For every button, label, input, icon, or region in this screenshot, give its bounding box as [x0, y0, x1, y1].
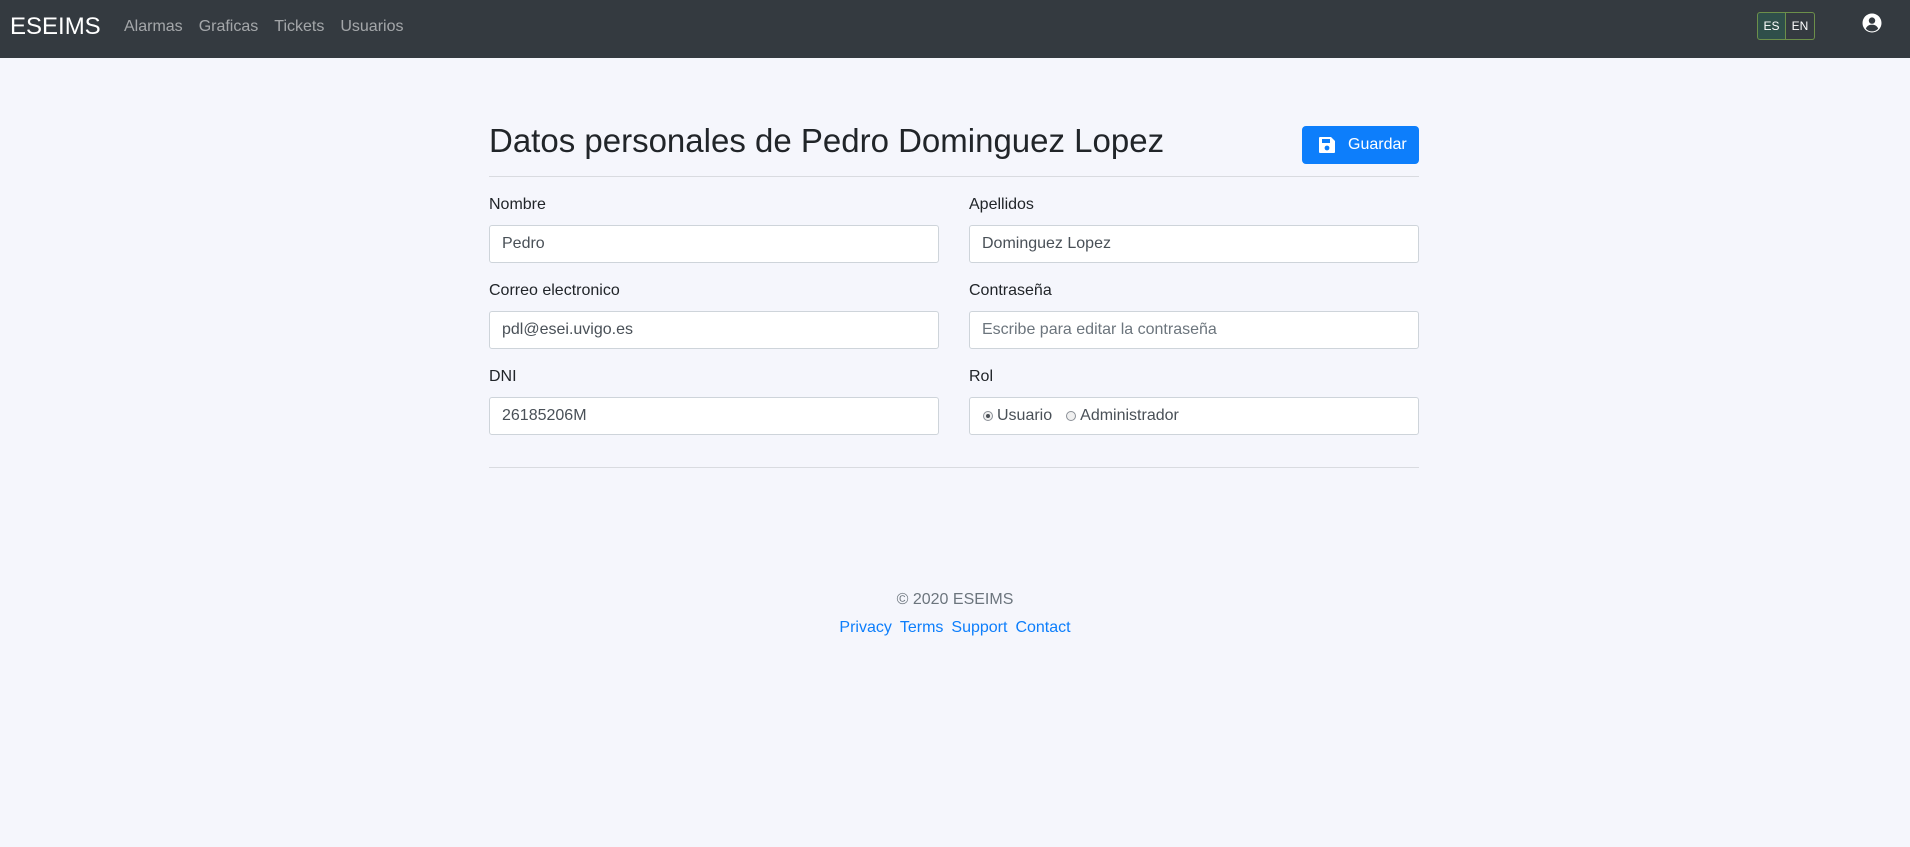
dni-input[interactable] — [489, 397, 939, 435]
language-es-button[interactable]: ES — [1757, 12, 1786, 40]
rol-option-administrador-label: Administrador — [1080, 407, 1179, 424]
nav-link-graficas[interactable]: Graficas — [191, 17, 267, 37]
footer-links: Privacy Terms Support Contact — [0, 618, 1910, 638]
footer-link-support[interactable]: Support — [951, 618, 1007, 638]
user-circle-icon[interactable] — [1862, 13, 1882, 33]
rol-option-usuario[interactable]: Usuario — [983, 407, 1052, 425]
nav-link-tickets[interactable]: Tickets — [266, 17, 332, 37]
save-button[interactable]: Guardar — [1302, 126, 1419, 164]
rol-radio-group: Usuario Administrador — [969, 397, 1419, 435]
page-title: Datos personales de Pedro Dominguez Lope… — [489, 122, 1165, 159]
radio-checked-icon[interactable] — [983, 411, 993, 421]
nav-links: Alarmas Graficas Tickets Usuarios — [116, 17, 411, 37]
footer-copyright: © 2020 ESEIMS — [896, 591, 1014, 608]
footer-link-terms[interactable]: Terms — [900, 618, 944, 638]
save-button-label: Guardar — [1348, 136, 1407, 153]
header-divider — [489, 176, 1419, 177]
top-navbar: ESEIMS Alarmas Graficas Tickets Usuarios… — [0, 0, 1910, 58]
password-input[interactable] — [969, 311, 1419, 349]
footer-link-contact[interactable]: Contact — [1015, 618, 1070, 638]
form-divider — [489, 467, 1419, 468]
language-switcher: ES EN — [1757, 12, 1815, 40]
contrasena-label: Contraseña — [969, 282, 1052, 299]
rol-option-administrador[interactable]: Administrador — [1066, 407, 1179, 425]
language-en-button[interactable]: EN — [1786, 12, 1815, 40]
footer-link-privacy[interactable]: Privacy — [839, 618, 891, 638]
nav-link-usuarios[interactable]: Usuarios — [332, 17, 411, 37]
nombre-input[interactable] — [489, 225, 939, 263]
dni-label: DNI — [489, 368, 517, 385]
rol-option-usuario-label: Usuario — [997, 407, 1053, 424]
floppy-disk-icon — [1319, 137, 1335, 153]
radio-unchecked-icon[interactable] — [1066, 411, 1077, 421]
apellidos-input[interactable] — [969, 225, 1419, 263]
apellidos-label: Apellidos — [969, 196, 1034, 213]
correo-label: Correo electronico — [489, 282, 620, 299]
email-input[interactable] — [489, 311, 939, 349]
nombre-label: Nombre — [489, 196, 546, 213]
brand-logo[interactable]: ESEIMS — [10, 13, 101, 41]
nav-link-alarmas[interactable]: Alarmas — [116, 17, 191, 37]
rol-label: Rol — [969, 368, 994, 385]
